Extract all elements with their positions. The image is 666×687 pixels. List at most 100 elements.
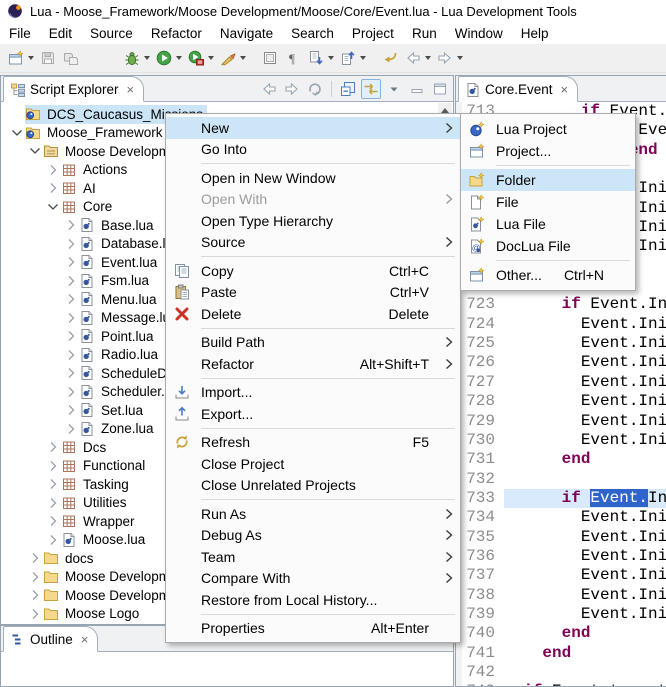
context-menu-item-source[interactable]: Source	[166, 232, 460, 254]
chevron-right-icon[interactable]	[63, 217, 79, 233]
new-submenu-item-file[interactable]: File	[461, 191, 635, 213]
chevron-right-icon[interactable]	[45, 513, 61, 529]
code-line-731[interactable]: 731 end	[462, 450, 666, 469]
code-line-738[interactable]: 738 Event.IniCategory = Event.IniDCSUnit…	[462, 586, 666, 605]
chevron-right-icon[interactable]	[63, 254, 79, 270]
chevron-right-icon[interactable]	[27, 587, 43, 603]
menubar-item-source[interactable]: Source	[81, 23, 142, 44]
new-submenu-item-other[interactable]: Other...Ctrl+N	[461, 264, 635, 286]
chevron-right-icon[interactable]	[45, 476, 61, 492]
run-button[interactable]	[153, 46, 185, 70]
chevron-right-icon[interactable]	[63, 365, 79, 381]
context-menu-item-debug-as[interactable]: Debug As	[166, 525, 460, 547]
dropdown-caret-icon[interactable]	[457, 56, 463, 60]
tab-script-explorer[interactable]: Script Explorer ×	[3, 76, 144, 102]
tab-close-icon[interactable]: ×	[81, 633, 89, 646]
chevron-right-icon[interactable]	[27, 606, 43, 622]
context-menu-item-build-path[interactable]: Build Path	[166, 332, 460, 354]
menubar-item-run[interactable]: Run	[403, 23, 446, 44]
maximize-button[interactable]	[430, 79, 450, 99]
last-edit-location-button[interactable]	[379, 46, 402, 70]
chevron-down-icon[interactable]	[45, 199, 61, 215]
back-button[interactable]	[402, 46, 434, 70]
code-line-740[interactable]: 740 end	[462, 624, 666, 643]
context-menu-item-copy[interactable]: CopyCtrl+C	[166, 260, 460, 282]
code-line-735[interactable]: 735 Event.IniGroupName = Event.IniDCSGro…	[462, 528, 666, 547]
new-submenu-item-lua-file[interactable]: Lua File	[461, 213, 635, 235]
code-line-734[interactable]: 734 Event.IniDCSGroupName = Event.IniDCS…	[462, 508, 666, 527]
context-menu-item-export[interactable]: Export...	[166, 403, 460, 425]
next-annotation-button[interactable]	[305, 46, 337, 70]
chevron-right-icon[interactable]	[45, 180, 61, 196]
code-line-737[interactable]: 737 Event.IniUnitName = Event.IniDCSUnit…	[462, 566, 666, 585]
explorer-up-button[interactable]	[305, 79, 325, 99]
code-line-727[interactable]: 727 Event.IniPlayerName = Event.IniDCSUn…	[462, 373, 666, 392]
context-menu-item-paste[interactable]: PasteCtrl+V	[166, 282, 460, 304]
previous-annotation-button[interactable]	[337, 46, 369, 70]
tab-outline[interactable]: Outline ×	[3, 626, 98, 652]
chevron-right-icon[interactable]	[63, 421, 79, 437]
view-menu-button[interactable]	[384, 79, 404, 99]
chevron-right-icon[interactable]	[45, 495, 61, 511]
collapse-all-button[interactable]	[338, 79, 358, 99]
context-menu-item-close-project[interactable]: Close Project	[166, 453, 460, 475]
code-line-743[interactable]: 743 if Event.target then	[462, 682, 666, 686]
dropdown-caret-icon[interactable]	[360, 56, 366, 60]
menubar-item-help[interactable]: Help	[512, 23, 558, 44]
dropdown-caret-icon[interactable]	[240, 56, 246, 60]
dropdown-caret-icon[interactable]	[425, 56, 431, 60]
chevron-right-icon[interactable]	[45, 532, 61, 548]
code-line-732[interactable]: 732	[462, 470, 666, 489]
code-line-724[interactable]: 724 Event.IniDCSUnitName = Event.IniDCSU…	[462, 315, 666, 334]
explorer-forward-button[interactable]	[282, 79, 302, 99]
minimize-button[interactable]	[407, 79, 427, 99]
context-menu-item-refresh[interactable]: RefreshF5	[166, 432, 460, 454]
code-line-742[interactable]: 742	[462, 663, 666, 682]
menubar-item-project[interactable]: Project	[343, 23, 403, 44]
context-menu-item-delete[interactable]: DeleteDelete	[166, 303, 460, 325]
context-menu-item-properties[interactable]: PropertiesAlt+Enter	[166, 618, 460, 640]
tab-core-event[interactable]: Core.Event ×	[458, 76, 578, 102]
menubar-item-navigate[interactable]: Navigate	[211, 23, 282, 44]
context-menu-item-compare-with[interactable]: Compare With	[166, 568, 460, 590]
dropdown-caret-icon[interactable]	[176, 56, 182, 60]
chevron-down-icon[interactable]	[27, 143, 43, 159]
debug-button[interactable]	[121, 46, 153, 70]
chevron-right-icon[interactable]	[63, 236, 79, 252]
chevron-right-icon[interactable]	[45, 439, 61, 455]
chevron-right-icon[interactable]	[45, 458, 61, 474]
context-menu-item-go-into[interactable]: Go Into	[166, 139, 460, 161]
code-line-733[interactable]: 733 if Event.IniDCSGroup then	[462, 489, 666, 508]
code-line-739[interactable]: 739 Event.IniTypeName = Event.IniDCSUnit…	[462, 605, 666, 624]
menubar-item-refactor[interactable]: Refactor	[142, 23, 211, 44]
chevron-right-icon[interactable]	[45, 162, 61, 178]
menubar-item-window[interactable]: Window	[446, 23, 512, 44]
run-external-button[interactable]	[185, 46, 217, 70]
dropdown-caret-icon[interactable]	[144, 56, 150, 60]
new-submenu-item-doclua-file[interactable]: @DocLua File	[461, 235, 635, 257]
explorer-back-button[interactable]	[259, 79, 279, 99]
code-line-730[interactable]: 730 Event.IniTypeName = Event.IniDCSUnit…	[462, 431, 666, 450]
chevron-right-icon[interactable]	[63, 273, 79, 289]
new-submenu-item-folder[interactable]: Folder	[461, 169, 635, 191]
link-editor-button[interactable]	[361, 79, 381, 99]
dropdown-caret-icon[interactable]	[28, 56, 34, 60]
chevron-right-icon[interactable]	[27, 550, 43, 566]
context-menu-item-close-unrelated-projects[interactable]: Close Unrelated Projects	[166, 475, 460, 497]
code-line-736[interactable]: 736 Event.IniGroup = GROUP:FindByName( E…	[462, 547, 666, 566]
context-menu-item-open-in-new-window[interactable]: Open in New Window	[166, 167, 460, 189]
code-line-725[interactable]: 725 Event.IniUnitName = Event.IniDCSUnit…	[462, 334, 666, 353]
new-button[interactable]	[5, 46, 37, 70]
new-submenu-item-lua-project[interactable]: Lua Project	[461, 118, 635, 140]
tab-close-icon[interactable]: ×	[561, 83, 569, 96]
context-menu-item-open-type-hierarchy[interactable]: Open Type Hierarchy	[166, 210, 460, 232]
context-menu-item-team[interactable]: Team	[166, 546, 460, 568]
code-line-723[interactable]: 723 if Event.IniDCSUnit then	[462, 295, 666, 314]
forward-button[interactable]	[434, 46, 466, 70]
chevron-right-icon[interactable]	[63, 347, 79, 363]
tab-close-icon[interactable]: ×	[127, 83, 135, 96]
context-menu-item-run-as[interactable]: Run As	[166, 503, 460, 525]
dropdown-caret-icon[interactable]	[328, 56, 334, 60]
show-whitespace-button[interactable]: ¶	[282, 46, 305, 70]
code-line-741[interactable]: 741 end	[462, 644, 666, 663]
